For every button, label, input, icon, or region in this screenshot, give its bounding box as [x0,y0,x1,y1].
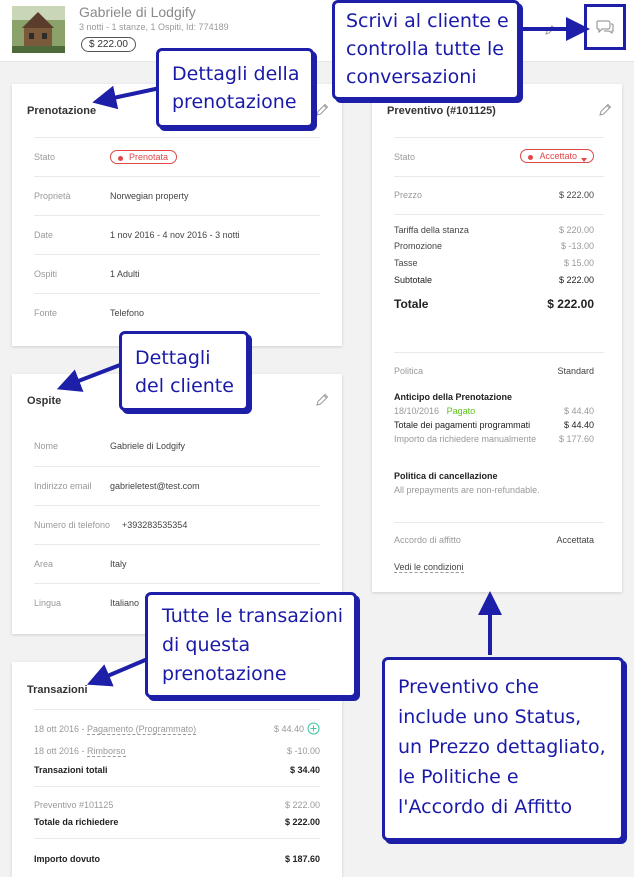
annotation-quote: Preventivo che include uno Status, un Prez… [382,657,624,841]
arrow-to-guest [56,363,121,392]
arrow-to-booking [92,85,161,110]
annotation-chat: Scrivi al cliente e controlla tutte le con… [332,0,520,100]
annotation-guest: Dettagli del cliente [119,331,249,411]
annotation-booking: Dettagli della prenotazione [156,48,314,128]
arrow-to-transactions [86,656,151,687]
annotation-transactions: Tutte le transazioni di questa prenotazion… [145,592,357,698]
